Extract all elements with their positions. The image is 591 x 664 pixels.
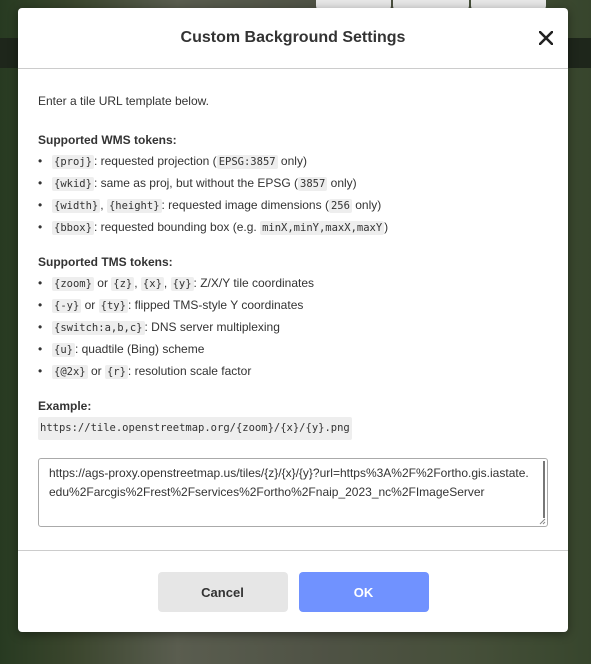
wms-token-item: {wkid}: same as proj, but without the EP…: [38, 173, 548, 195]
tms-token-item: {@2x} or {r}: resolution scale factor: [38, 361, 548, 383]
example-code: https://tile.openstreetmap.org/{zoom}/{x…: [38, 417, 352, 440]
tms-token-item: {zoom} or {z}, {x}, {y}: Z/X/Y tile coor…: [38, 273, 548, 295]
textarea-scrollbar[interactable]: [543, 461, 545, 518]
wms-token-item: {width}, {height}: requested image dimen…: [38, 195, 548, 217]
token-code: {r}: [104, 365, 128, 379]
token-description: : requested projection (: [93, 154, 217, 168]
wms-token-item: {bbox}: requested bounding box (e.g. min…: [38, 217, 548, 239]
token-code: 256: [328, 199, 352, 213]
ok-button[interactable]: OK: [298, 572, 429, 612]
close-button[interactable]: [536, 27, 556, 49]
tms-token-item: {u}: quadtile (Bing) scheme: [38, 339, 548, 361]
token-description: or: [81, 298, 99, 312]
close-icon: [539, 31, 553, 45]
token-description: only): [351, 198, 382, 212]
custom-background-dialog: Custom Background Settings Enter a tile …: [18, 8, 568, 632]
token-code: {z}: [111, 277, 135, 291]
token-code: {-y}: [52, 299, 82, 313]
token-code: 3857: [298, 177, 328, 191]
tms-title: Supported TMS tokens:: [38, 255, 173, 269]
token-description: ,: [134, 276, 141, 290]
token-description: : requested bounding box (e.g.: [93, 220, 261, 234]
token-code: {@2x}: [52, 365, 88, 379]
tms-token-item: {-y} or {ty}: flipped TMS-style Y coordi…: [38, 295, 548, 317]
token-code: {height}: [106, 199, 162, 213]
tile-url-textarea[interactable]: https://ags-proxy.openstreetmap.us/tiles…: [38, 458, 548, 527]
token-description: : DNS server multiplexing: [144, 320, 280, 334]
resize-grip-icon[interactable]: [538, 517, 546, 525]
wms-token-item: {proj}: requested projection (EPSG:3857 …: [38, 151, 548, 173]
cancel-button[interactable]: Cancel: [157, 572, 288, 612]
tms-token-item: {switch:a,b,c}: DNS server multiplexing: [38, 317, 548, 339]
token-code: {wkid}: [52, 177, 94, 191]
token-description: ,: [163, 276, 171, 290]
wms-title: Supported WMS tokens:: [38, 133, 177, 147]
token-code: EPSG:3857: [216, 155, 278, 169]
wms-token-list: {proj}: requested projection (EPSG:3857 …: [38, 151, 548, 239]
tms-token-list: {zoom} or {z}, {x}, {y}: Z/X/Y tile coor…: [38, 273, 548, 383]
footer-divider: [18, 550, 568, 551]
dialog-body: Enter a tile URL template below. Support…: [18, 69, 568, 527]
token-description: : flipped TMS-style Y coordinates: [127, 298, 304, 312]
token-code: {u}: [52, 343, 75, 357]
token-code: {zoom}: [52, 277, 94, 291]
example-title: Example:: [38, 399, 92, 413]
token-description: : Z/X/Y tile coordinates: [193, 276, 315, 290]
token-code: minX,minY,maxX,maxY: [260, 221, 385, 235]
token-description: ,: [100, 198, 107, 212]
token-description: : requested image dimensions (: [161, 198, 329, 212]
token-code: {width}: [52, 199, 101, 213]
tile-url-value: https://ags-proxy.openstreetmap.us/tiles…: [49, 466, 529, 499]
dialog-title: Custom Background Settings: [180, 29, 406, 46]
token-code: {switch:a,b,c}: [52, 321, 145, 335]
token-description: or: [87, 364, 105, 378]
token-code: {y}: [170, 277, 194, 291]
token-code: {proj}: [52, 155, 94, 169]
tms-section: Supported TMS tokens: {zoom} or {z}, {x}…: [38, 252, 548, 383]
intro-text: Enter a tile URL template below.: [38, 94, 209, 108]
token-description: or: [93, 276, 112, 290]
token-description: only): [327, 176, 357, 190]
token-description: : quadtile (Bing) scheme: [74, 342, 205, 356]
token-description: only): [277, 154, 307, 168]
token-code: {bbox}: [52, 221, 94, 235]
token-description: : same as proj, but without the EPSG (: [93, 176, 299, 190]
token-description: : resolution scale factor: [127, 364, 252, 378]
example-section: Example: https://tile.openstreetmap.org/…: [38, 396, 548, 440]
dialog-footer: Cancel OK: [18, 572, 568, 612]
token-description: ): [384, 220, 389, 234]
wms-section: Supported WMS tokens: {proj}: requested …: [38, 130, 548, 239]
token-code: {ty}: [98, 299, 128, 313]
token-code: {x}: [140, 277, 164, 291]
dialog-header: Custom Background Settings: [18, 8, 568, 69]
